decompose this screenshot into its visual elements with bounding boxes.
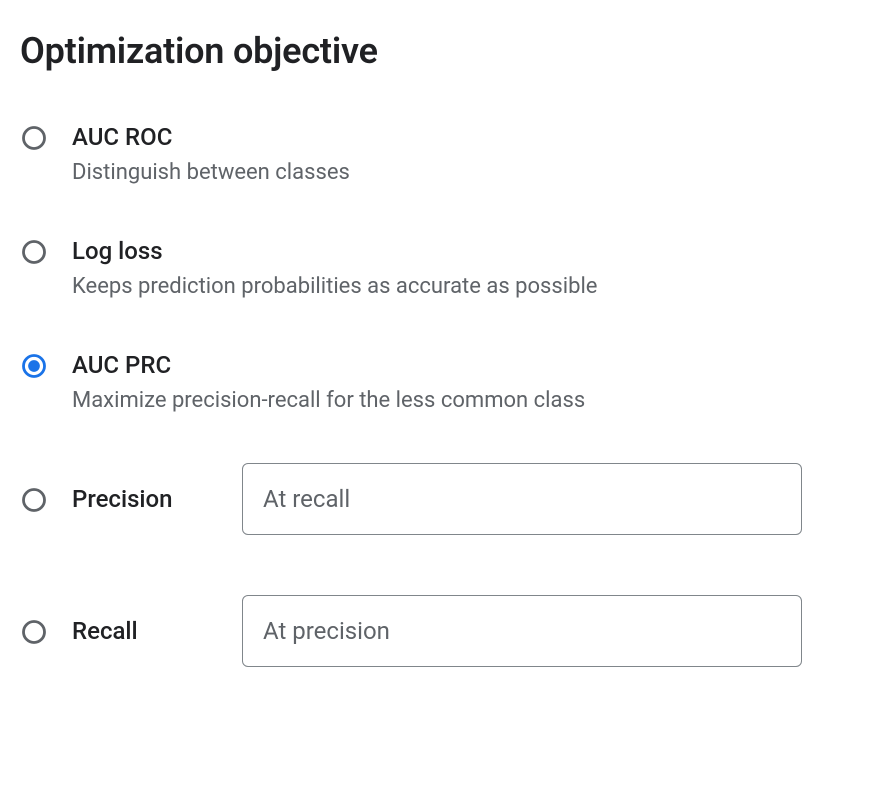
option-text: AUC PRC Maximize precision-recall for th… [72, 350, 585, 416]
option-label: Recall [72, 617, 242, 645]
at-precision-input[interactable] [242, 595, 802, 667]
option-auc-roc[interactable]: AUC ROC Distinguish between classes [20, 122, 860, 188]
radio-unselected-icon[interactable] [20, 238, 48, 266]
option-text: Log loss Keeps prediction probabilities … [72, 236, 597, 302]
option-text: AUC ROC Distinguish between classes [72, 122, 350, 188]
option-desc: Keeps prediction probabilities as accura… [72, 273, 597, 302]
radio-selected-icon[interactable] [20, 352, 48, 380]
option-log-loss[interactable]: Log loss Keeps prediction probabilities … [20, 236, 860, 302]
radio-unselected-icon[interactable] [20, 486, 48, 514]
option-auc-prc[interactable]: AUC PRC Maximize precision-recall for th… [20, 350, 860, 416]
option-precision[interactable]: Precision [20, 463, 860, 535]
option-recall[interactable]: Recall [20, 595, 860, 667]
page-title: Optimization objective [20, 30, 860, 72]
option-label: AUC ROC [72, 122, 350, 153]
option-label: Log loss [72, 236, 597, 267]
radio-unselected-icon[interactable] [20, 618, 48, 646]
at-recall-input[interactable] [242, 463, 802, 535]
option-desc: Maximize precision-recall for the less c… [72, 387, 585, 416]
option-label: Precision [72, 485, 242, 513]
radio-unselected-icon[interactable] [20, 124, 48, 152]
option-desc: Distinguish between classes [72, 159, 350, 188]
option-label: AUC PRC [72, 350, 585, 381]
